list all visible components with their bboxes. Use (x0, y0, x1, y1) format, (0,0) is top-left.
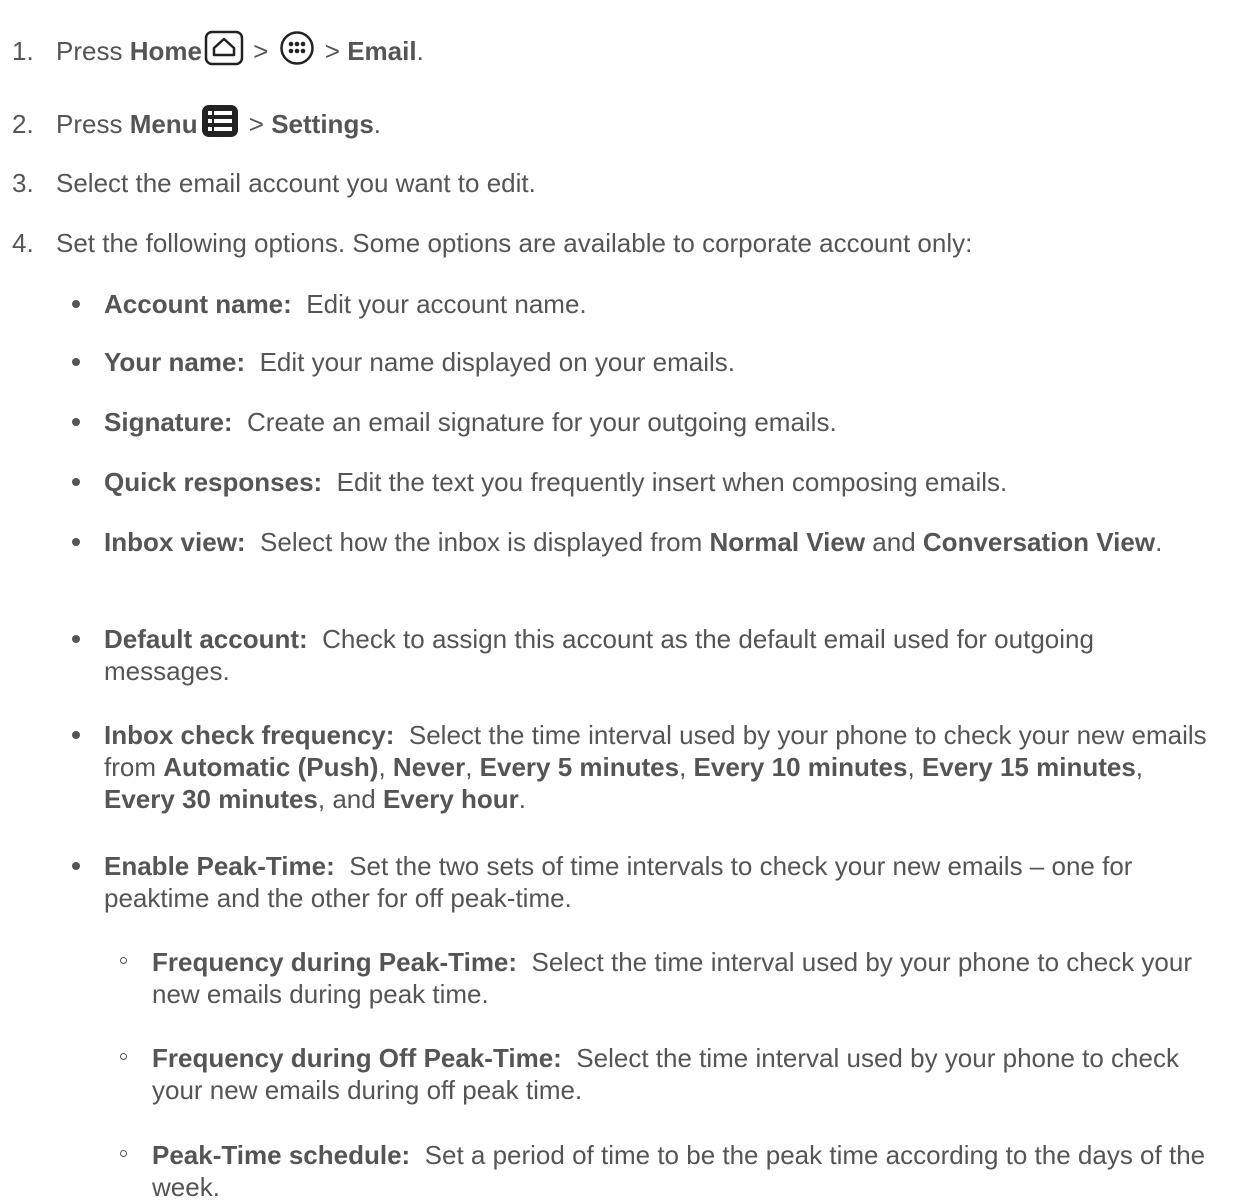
suboption-peak-time-schedule: Peak-Time schedule: Set a period of time… (120, 1139, 1220, 1203)
suboption-label: Peak-Time schedule: (152, 1140, 411, 1170)
option-enable-peak-time: Enable Peak-Time: Set the two sets of ti… (72, 850, 1212, 914)
option-label: Enable Peak-Time: (104, 851, 335, 881)
frequency-value: Every 5 minutes (479, 752, 680, 782)
option-label: Signature: (104, 407, 233, 437)
bullet-icon (72, 300, 80, 308)
option-your-name: Your name: Edit your name displayed on y… (72, 346, 1212, 378)
suboption-frequency-off-peak: Frequency during Off Peak-Time: Select t… (120, 1042, 1220, 1106)
sub-bullet-icon (120, 1053, 127, 1060)
suboption-label: Frequency during Peak-Time: (152, 947, 518, 977)
step-1: 1. Press Home > > Email. (12, 30, 424, 73)
step-text: Set the following options. Some options … (56, 228, 973, 258)
option-label: Your name: (104, 347, 246, 377)
home-label: Home (129, 36, 202, 66)
step-4: 4. Set the following options. Some option… (12, 227, 972, 259)
step-text: Select the email account you want to edi… (56, 168, 536, 198)
option-label: Inbox check frequency: (104, 720, 395, 750)
option-label: Inbox view: (104, 527, 246, 557)
frequency-value: Every 10 minutes (693, 752, 908, 782)
menu-label: Menu (129, 109, 198, 139)
email-label: Email (347, 36, 417, 66)
frequency-value: Every 30 minutes (104, 784, 318, 814)
conversation-view-value: Conversation View (922, 527, 1156, 557)
suboption-frequency-peak: Frequency during Peak-Time: Select the t… (120, 946, 1220, 1010)
bullet-icon (72, 358, 80, 366)
option-signature: Signature: Create an email signature for… (72, 406, 1212, 438)
sub-bullet-icon (120, 1150, 127, 1157)
frequency-value: Automatic (Push) (163, 752, 379, 782)
frequency-value: Every 15 minutes (921, 752, 1136, 782)
normal-view-value: Normal View (709, 527, 866, 557)
option-default-account: Default account: Check to assign this ac… (72, 623, 1212, 687)
bullet-icon (72, 478, 80, 486)
all-apps-icon (278, 30, 316, 73)
step-number: 2. (12, 109, 34, 139)
step-number: 1. (12, 36, 34, 66)
option-label: Account name: (104, 289, 292, 319)
option-label: Default account: (104, 624, 308, 654)
option-text: Edit your account name. (306, 289, 587, 319)
step-number: 4. (12, 228, 34, 258)
option-quick-responses: Quick responses: Edit the text you frequ… (72, 466, 1212, 498)
bullet-icon (72, 538, 80, 546)
sub-bullet-icon (120, 957, 127, 964)
menu-key-icon (200, 103, 240, 146)
suboption-label: Frequency during Off Peak-Time: (152, 1043, 562, 1073)
frequency-value: Every hour (382, 784, 519, 814)
option-inbox-view: Inbox view: Select how the inbox is disp… (72, 526, 1212, 558)
option-text: Edit the text you frequently insert when… (336, 467, 1008, 497)
home-key-icon (204, 30, 244, 73)
bullet-icon (72, 635, 80, 643)
option-label: Quick responses: (104, 467, 323, 497)
option-text: Select how the inbox is displayed from (260, 527, 710, 557)
bullet-icon (72, 862, 80, 870)
frequency-value: Never (392, 752, 466, 782)
option-text: Edit your name displayed on your emails. (259, 347, 736, 377)
bullet-icon (72, 731, 80, 739)
step-2: 2. Press Menu > Settings. (12, 103, 381, 146)
step-number: 3. (12, 168, 34, 198)
step-3: 3. Select the email account you want to e… (12, 167, 536, 199)
option-inbox-check-frequency: Inbox check frequency: Select the time i… (72, 719, 1212, 815)
settings-label: Settings (271, 109, 374, 139)
option-text: Create an email signature for your outgo… (247, 407, 837, 437)
bullet-icon (72, 418, 80, 426)
option-account-name: Account name: Edit your account name. (72, 288, 1212, 320)
